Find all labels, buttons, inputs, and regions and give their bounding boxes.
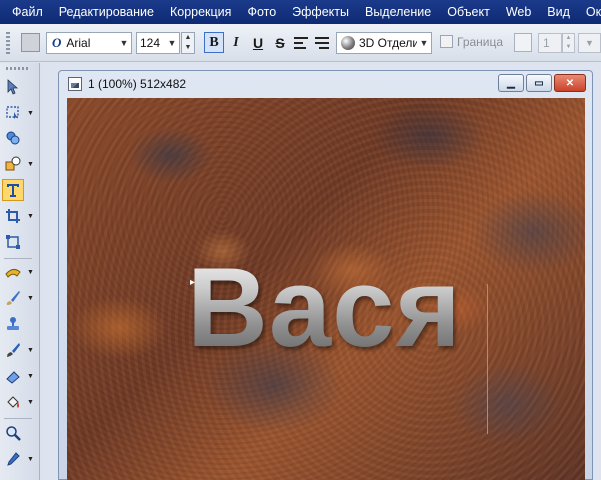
menu-correction[interactable]: Коррекция: [162, 5, 239, 19]
chevron-down-icon[interactable]: ▼: [27, 399, 34, 406]
align-left-icon: [294, 36, 308, 49]
border-checkbox[interactable]: [440, 35, 453, 48]
font-size-spinner[interactable]: ▲ ▼: [181, 32, 195, 54]
italic-button[interactable]: I: [226, 32, 246, 53]
font-family-select[interactable]: O Arial ▼: [46, 32, 132, 54]
border-width-spinner[interactable]: ▲ ▼: [562, 33, 575, 53]
chevron-down-icon[interactable]: ▼: [117, 33, 131, 53]
pointer-icon[interactable]: [2, 76, 24, 98]
border-width-input[interactable]: 1: [538, 33, 562, 53]
chevron-down-icon[interactable]: ▼: [27, 347, 34, 354]
panel-grip[interactable]: [6, 67, 30, 70]
chevron-down-icon[interactable]: ▼: [27, 456, 34, 463]
menu-view[interactable]: Вид: [539, 5, 578, 19]
font-type-icon: O: [52, 35, 62, 50]
tool-panel: ▼ ▼ ▼ ▼ ▼ ▼ ▼ ▼ ▼: [0, 63, 40, 480]
menu-object[interactable]: Объект: [439, 5, 498, 19]
image-document-icon: [68, 77, 82, 91]
tool-divider: [4, 258, 32, 259]
retouch-icon[interactable]: [2, 261, 24, 283]
menu-selection[interactable]: Выделение: [357, 5, 439, 19]
strikethrough-button[interactable]: S: [270, 32, 290, 53]
minimize-button[interactable]: ▁: [498, 74, 524, 92]
style-ball-icon: [341, 36, 355, 50]
chevron-down-icon[interactable]: ▼: [27, 373, 34, 380]
justify-button[interactable]: [312, 32, 332, 53]
document-window[interactable]: 1 (100%) 512x482 ▁ ▭ ✕ ▸ Вася: [58, 70, 593, 480]
chevron-down-icon[interactable]: ▼: [27, 161, 34, 168]
spin-up-icon[interactable]: ▲: [563, 34, 574, 43]
document-title: 1 (100%) 512x482: [88, 77, 187, 91]
chevron-down-icon[interactable]: ▼: [27, 295, 34, 302]
canvas-text-object[interactable]: Вася: [187, 248, 462, 368]
close-button[interactable]: ✕: [554, 74, 586, 92]
maximize-button[interactable]: ▭: [526, 74, 552, 92]
menu-effects[interactable]: Эффекты: [284, 5, 357, 19]
align-justify-icon: [315, 36, 329, 49]
menu-edit[interactable]: Редактирование: [51, 5, 162, 19]
style-3d-select[interactable]: 3D Отдели ▼: [336, 32, 432, 54]
font-size-select[interactable]: 124 ▼: [136, 32, 180, 54]
chevron-down-icon[interactable]: ▼: [165, 33, 179, 53]
eraser-icon[interactable]: [2, 365, 24, 387]
spin-down-icon[interactable]: ▼: [182, 43, 194, 53]
chevron-down-icon[interactable]: ▼: [417, 33, 431, 53]
text-tool-icon[interactable]: [2, 179, 24, 201]
spin-down-icon[interactable]: ▼: [563, 43, 574, 52]
toolbar-grip[interactable]: [6, 32, 10, 54]
chevron-down-icon[interactable]: ▼: [27, 269, 34, 276]
font-family-value: Arial: [66, 36, 91, 50]
eyedropper-icon[interactable]: [2, 448, 24, 470]
menu-file[interactable]: Файл: [4, 5, 51, 19]
menu-web[interactable]: Web: [498, 5, 539, 19]
bold-button[interactable]: B: [204, 32, 224, 53]
border-label: Граница: [457, 35, 504, 49]
spin-up-icon[interactable]: ▲: [182, 33, 194, 43]
chevron-down-icon[interactable]: ▼: [27, 213, 34, 220]
lasso-icon[interactable]: [2, 127, 24, 149]
stamp-icon[interactable]: [2, 313, 24, 335]
tool-divider: [4, 418, 32, 419]
style-3d-value: 3D Отдели: [359, 36, 417, 50]
font-size-value: 124: [140, 36, 161, 50]
paint-brush-icon[interactable]: [2, 339, 24, 361]
window-controls: ▁ ▭ ✕: [496, 74, 586, 92]
selection-icon[interactable]: [2, 101, 24, 123]
zoom-icon[interactable]: [2, 422, 24, 444]
fill-bucket-icon[interactable]: [2, 391, 24, 413]
underline-button[interactable]: U: [248, 32, 268, 53]
crop-icon[interactable]: [2, 205, 24, 227]
border-color-swatch[interactable]: [514, 33, 532, 52]
image-canvas[interactable]: ▸ Вася: [67, 98, 585, 480]
menu-photo[interactable]: Фото: [239, 5, 284, 19]
text-toolbar: O Arial ▼ 124 ▼ ▲ ▼ B I U S 3D Отдели ▼ …: [0, 24, 601, 62]
document-titlebar[interactable]: 1 (100%) 512x482 ▁ ▭ ✕: [59, 71, 592, 97]
brush-icon[interactable]: [2, 287, 24, 309]
shapes-icon[interactable]: [2, 153, 24, 175]
text-caret: [487, 284, 488, 434]
text-color-swatch[interactable]: [21, 33, 40, 52]
transform-icon[interactable]: [2, 231, 24, 253]
align-button[interactable]: [291, 32, 311, 53]
menu-bar: Файл Редактирование Коррекция Фото Эффек…: [0, 0, 601, 24]
border-style-dropdown[interactable]: ▼: [578, 33, 601, 53]
menu-window[interactable]: Окно: [578, 5, 601, 19]
chevron-down-icon[interactable]: ▼: [27, 110, 34, 117]
